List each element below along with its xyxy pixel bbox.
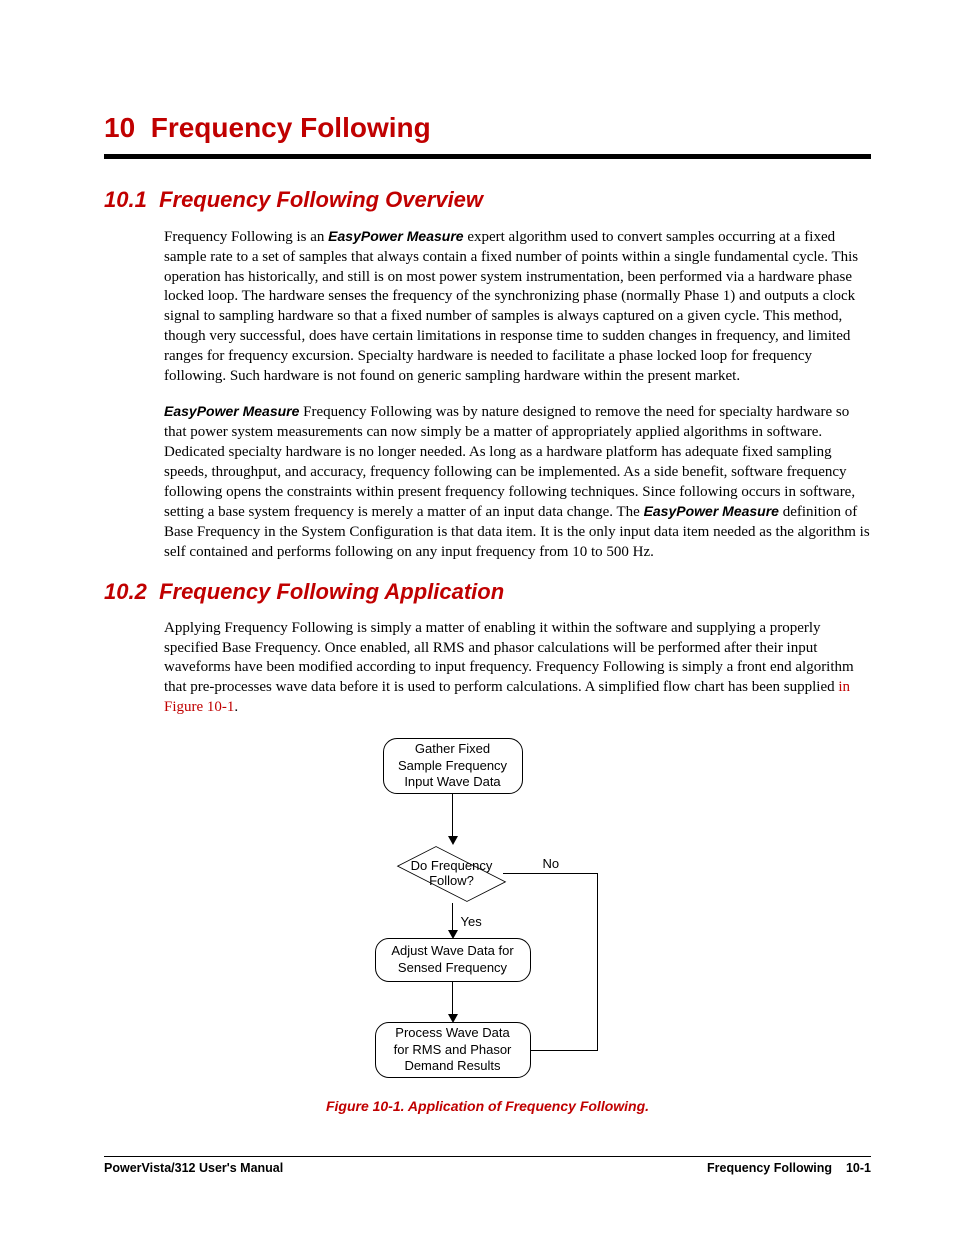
paragraph: Frequency Following is an EasyPower Meas… [164, 227, 871, 386]
section-title-10-2: 10.2 Frequency Following Application [104, 579, 871, 605]
section-name: Frequency Following Application [159, 579, 504, 604]
text-run: Frequency Following is an [164, 229, 328, 245]
flow-connector [528, 1050, 598, 1052]
figure-caption: Figure 10-1. Application of Frequency Fo… [326, 1098, 649, 1114]
flow-branch-no: No [543, 856, 560, 871]
flow-decision: Do Frequency Follow? [399, 844, 505, 904]
footer-chapter-name: Frequency Following [707, 1161, 832, 1175]
product-name: EasyPower Measure [644, 503, 779, 519]
flow-box-label: Process Wave Data for RMS and Phasor Dem… [394, 1025, 512, 1074]
flow-box-label: Gather Fixed Sample Frequency Input Wave… [398, 741, 507, 790]
footer-rule [104, 1156, 871, 1157]
footer-right: Frequency Following 10-1 [707, 1161, 871, 1175]
section-number: 10.2 [104, 579, 147, 604]
text-run: expert algorithm used to convert samples… [164, 229, 858, 384]
flow-box-process: Process Wave Data for RMS and Phasor Dem… [375, 1022, 531, 1078]
flow-branch-yes: Yes [461, 914, 482, 929]
flow-connector [597, 873, 599, 1051]
chapter-rule [104, 154, 871, 159]
text-run: . [234, 699, 238, 715]
text-run: Applying Frequency Following is simply a… [164, 620, 854, 695]
footer-page-number: 10-1 [846, 1161, 871, 1175]
chapter-name: Frequency Following [151, 112, 431, 143]
flow-decision-label: Do Frequency Follow? [399, 858, 505, 889]
flow-connector [452, 794, 454, 840]
chapter-number: 10 [104, 112, 135, 143]
product-name: EasyPower Measure [164, 403, 299, 419]
section-name: Frequency Following Overview [159, 187, 483, 212]
flow-box-label: Adjust Wave Data for Sensed Frequency [391, 943, 513, 976]
page-footer: PowerVista/312 User's Manual Frequency F… [104, 1156, 871, 1175]
flowchart-diagram: Gather Fixed Sample Frequency Input Wave… [353, 738, 623, 1088]
flow-box-gather: Gather Fixed Sample Frequency Input Wave… [383, 738, 523, 794]
flow-connector [452, 982, 454, 1018]
section-number: 10.1 [104, 187, 147, 212]
flow-connector [503, 873, 598, 875]
flow-box-adjust: Adjust Wave Data for Sensed Frequency [375, 938, 531, 982]
figure: Gather Fixed Sample Frequency Input Wave… [104, 734, 871, 1114]
chapter-title: 10 Frequency Following [104, 112, 871, 144]
section-title-10-1: 10.1 Frequency Following Overview [104, 187, 871, 213]
paragraph: Applying Frequency Following is simply a… [164, 619, 871, 718]
product-name: EasyPower Measure [328, 228, 463, 244]
paragraph: EasyPower Measure Frequency Following wa… [164, 402, 871, 562]
footer-manual-title: PowerVista/312 User's Manual [104, 1161, 283, 1175]
